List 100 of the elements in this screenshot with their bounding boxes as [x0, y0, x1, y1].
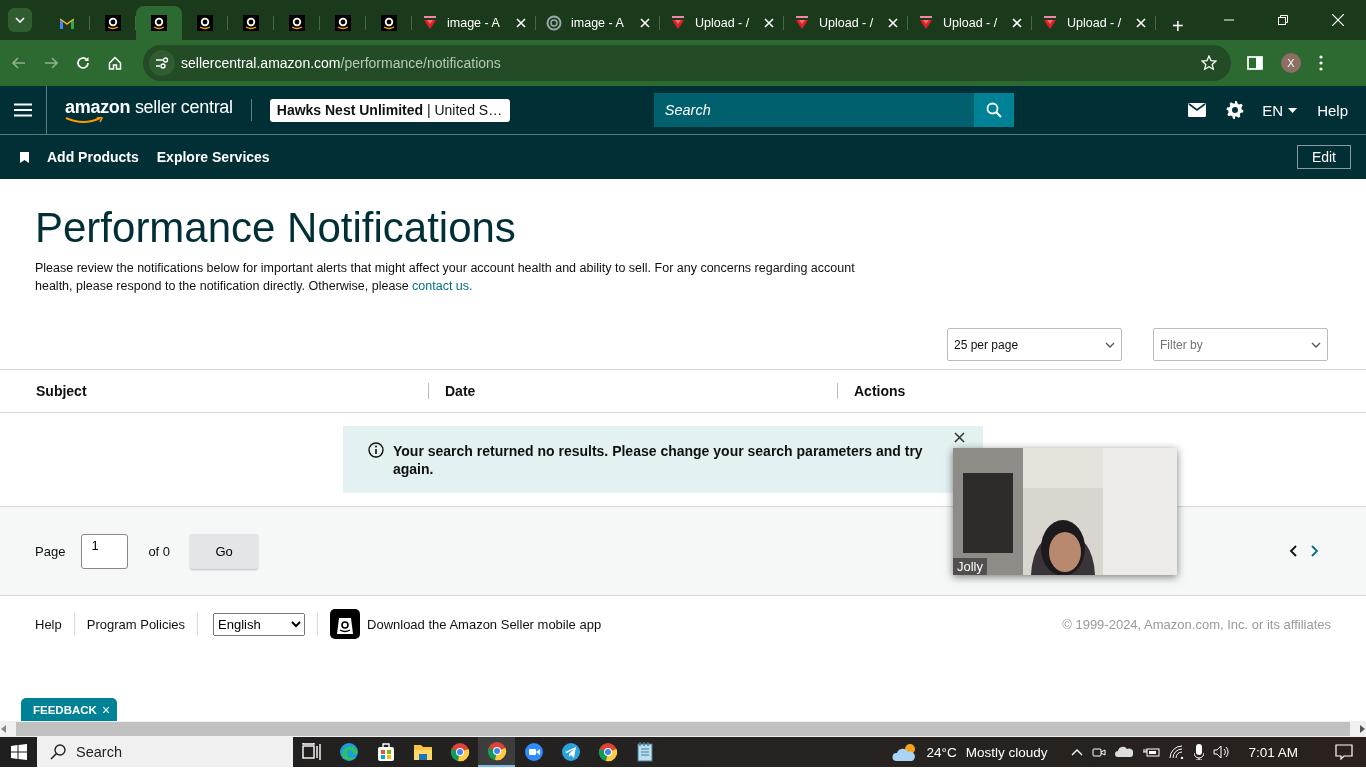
smile-logo-icon — [105, 15, 121, 31]
account-switcher[interactable]: Hawks Nest Unlimited | United S… — [269, 98, 510, 122]
more-icon[interactable] — [1319, 55, 1323, 71]
chevron-down-icon — [1105, 341, 1115, 348]
weather-temperature: 24°C — [926, 744, 957, 760]
column-header: Date — [428, 383, 837, 399]
contact-link[interactable]: contact us. — [412, 279, 473, 293]
bookmark-icon[interactable] — [20, 151, 29, 163]
store-icon[interactable] — [375, 742, 396, 762]
footer-link[interactable]: Help — [35, 616, 62, 632]
nav-link[interactable]: Add Products — [47, 149, 139, 165]
search-input[interactable]: Search — [76, 744, 276, 760]
folder-icon[interactable] — [412, 743, 433, 761]
wifi-icon[interactable] — [1169, 745, 1186, 759]
edge-icon[interactable] — [338, 742, 359, 762]
mail-icon[interactable] — [1188, 103, 1207, 117]
task-view-icon[interactable] — [301, 743, 322, 761]
column-header: Subject — [35, 383, 88, 399]
horizontal-scrollbar[interactable] — [0, 721, 1366, 737]
browser-tab[interactable]: Upload - / — [660, 6, 784, 40]
logo-text[interactable]: amazon seller central — [65, 96, 233, 117]
smile-logo-icon — [335, 15, 351, 31]
close-icon[interactable] — [954, 432, 965, 443]
cloud-sun-icon — [891, 742, 918, 762]
page-count: of 0 — [148, 543, 171, 559]
column-header: Actions — [837, 383, 1246, 399]
per-page-dropdown[interactable]: 25 per page — [947, 328, 1122, 361]
chevron-down-icon — [15, 17, 25, 23]
restore-icon[interactable] — [1278, 15, 1288, 25]
language-menu[interactable]: EN — [1262, 101, 1298, 119]
gem-icon — [794, 15, 810, 31]
notifications-icon[interactable] — [1334, 744, 1353, 760]
video-call-icon[interactable] — [523, 742, 544, 762]
clock-time[interactable]: 7:01 AM — [1248, 744, 1298, 760]
weather-condition: Mostly cloudy — [965, 744, 1048, 760]
browser-tab[interactable]: image - A — [412, 6, 536, 40]
previous-icon[interactable] — [1289, 545, 1297, 557]
paper-plane-icon[interactable] — [560, 742, 581, 762]
copyright-text: © 1999-2024, Amazon.com, Inc. or its affiliates — [1062, 616, 1331, 632]
smile-logo-icon — [197, 15, 213, 31]
back-icon[interactable] — [12, 57, 26, 69]
gem-icon — [422, 15, 438, 31]
help-link[interactable]: Help — [1317, 101, 1348, 119]
chrome-icon[interactable] — [597, 742, 618, 762]
reload-icon[interactable] — [76, 56, 90, 70]
notepad-icon[interactable] — [635, 742, 654, 762]
app-download-link[interactable]: Download the Amazon Seller mobile app — [367, 616, 602, 632]
browser-tab[interactable]: Upload - / — [908, 6, 1032, 40]
language-select[interactable]: English — [213, 612, 305, 636]
page-number-field[interactable]: 1 — [81, 533, 129, 569]
ring-icon — [546, 15, 562, 31]
feedback-tab[interactable]: FEEDBACK × — [21, 698, 118, 721]
smile-icon — [65, 116, 105, 124]
home-icon[interactable] — [108, 56, 122, 70]
scroll-right-icon — [1358, 725, 1366, 733]
taskbar-app-button[interactable] — [478, 737, 515, 767]
chrome-icon[interactable] — [486, 741, 507, 761]
tab-search-button[interactable] — [8, 8, 32, 32]
cloud-icon[interactable] — [1115, 746, 1134, 758]
chevron-up-icon[interactable] — [1071, 748, 1084, 756]
taskbar-search-box[interactable]: Search — [37, 737, 293, 767]
search-icon — [985, 102, 1002, 118]
browser-tab[interactable]: Upload - / — [1032, 6, 1156, 40]
browser-tab[interactable]: image - A — [536, 6, 660, 40]
side-panel-icon[interactable] — [1247, 56, 1263, 70]
participant-name: Jolly — [953, 558, 987, 575]
page-title: Performance Notifications — [35, 203, 517, 253]
nav-link[interactable]: Explore Services — [156, 149, 270, 165]
smile-logo-icon — [151, 15, 167, 31]
browser-tab[interactable]: Upload - / — [784, 6, 908, 40]
next-icon[interactable] — [1311, 545, 1319, 557]
smile-logo-icon — [243, 15, 259, 31]
speaker-icon[interactable] — [1213, 745, 1232, 759]
chrome-icon[interactable] — [449, 742, 470, 762]
microphone-icon[interactable] — [1194, 744, 1205, 760]
caret-icon — [1288, 107, 1298, 113]
star-icon[interactable] — [1201, 55, 1217, 71]
gem-icon — [918, 15, 934, 31]
settings-icon[interactable] — [1226, 101, 1245, 119]
battery-icon[interactable] — [1142, 746, 1161, 758]
edit-button[interactable]: Edit — [1296, 145, 1351, 169]
browser-tab[interactable] — [136, 6, 182, 40]
info-icon — [368, 442, 384, 458]
go-button[interactable]: Go — [190, 533, 259, 569]
search-icon — [50, 744, 66, 760]
search-field[interactable]: Search — [653, 93, 974, 127]
smile-logo-icon — [381, 15, 397, 31]
new-tab-button[interactable]: + — [1168, 16, 1188, 36]
gem-icon — [1042, 15, 1058, 31]
filter-dropdown[interactable]: Filter by — [1153, 328, 1328, 361]
forward-icon[interactable] — [44, 57, 58, 69]
search-button[interactable] — [973, 93, 1014, 127]
windows-start-icon[interactable] — [10, 744, 27, 760]
gem-icon — [670, 15, 686, 31]
app-icon[interactable] — [330, 609, 360, 639]
footer-link[interactable]: Program Policies — [86, 616, 185, 632]
mail-logo-icon — [59, 17, 75, 29]
profile-avatar[interactable]: X — [1281, 53, 1301, 73]
site-info-icon[interactable] — [155, 57, 169, 69]
menu-icon — [14, 103, 32, 117]
